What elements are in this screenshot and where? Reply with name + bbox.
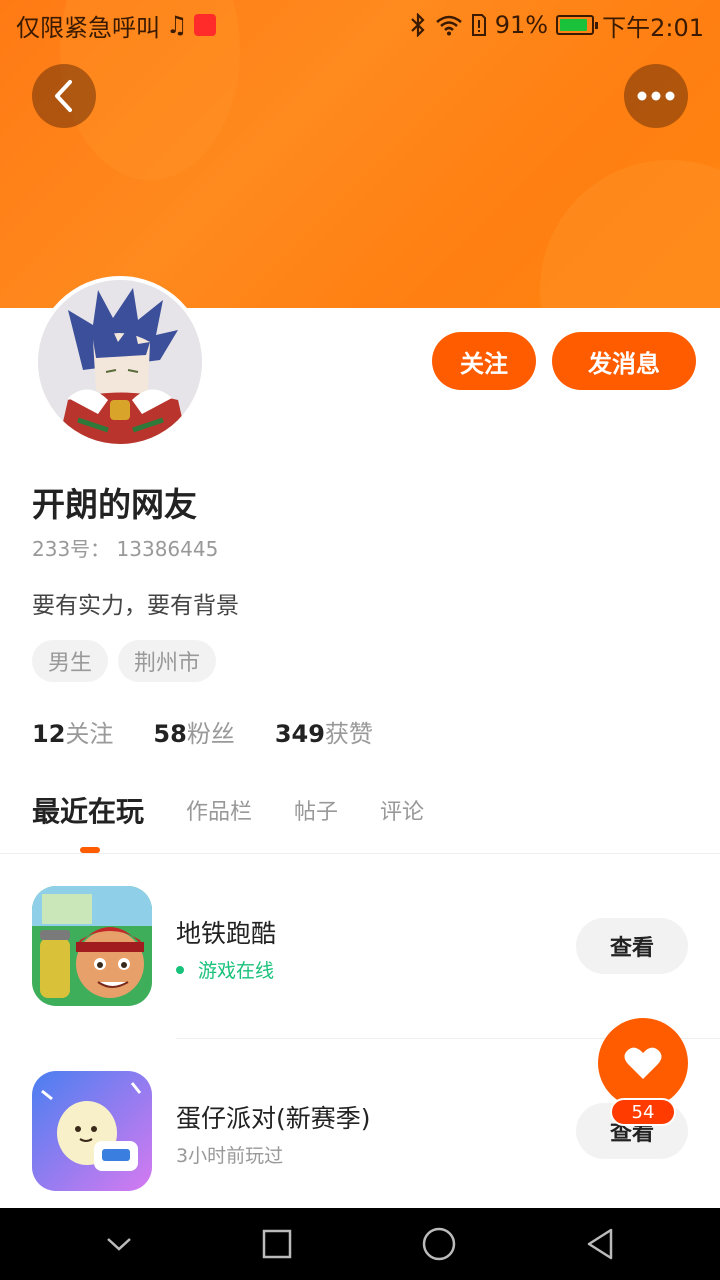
tab-works[interactable]: 作品栏 bbox=[186, 794, 252, 826]
send-message-button[interactable]: 发消息 bbox=[552, 332, 696, 390]
stat-fans-label: 粉丝 bbox=[186, 720, 235, 748]
more-dots-icon bbox=[637, 91, 675, 101]
stat-following-label: 关注 bbox=[65, 720, 114, 748]
stat-fans-count: 58 bbox=[153, 720, 187, 748]
profile-tags: 男生 荆州市 bbox=[32, 640, 217, 682]
profile-stats: 12关注 58粉丝 349获赞 bbox=[32, 714, 373, 749]
tag-gender: 男生 bbox=[32, 640, 109, 682]
subway-surfers-icon bbox=[32, 886, 152, 1006]
music-icon: ♫ bbox=[166, 11, 188, 39]
stat-likes-label: 获赞 bbox=[324, 720, 373, 748]
tab-posts[interactable]: 帖子 bbox=[294, 794, 338, 826]
back-button[interactable] bbox=[32, 64, 96, 128]
profile-bio: 要有实力，要有背景 bbox=[32, 593, 239, 619]
game-status: 游戏在线 bbox=[176, 956, 274, 983]
profile-name: 开朗的网友 bbox=[32, 485, 197, 524]
list-item[interactable]: 地铁跑酷 游戏在线 查看 bbox=[0, 870, 720, 1020]
app-badge-icon bbox=[193, 14, 216, 36]
tab-comments[interactable]: 评论 bbox=[380, 794, 424, 826]
status-bar: 仅限紧急呼叫 ♫ 91% 下午2:01 bbox=[0, 0, 720, 50]
tag-city: 荆州市 bbox=[118, 640, 217, 682]
profile-tabs: 最近在玩 作品栏 帖子 评论 bbox=[32, 790, 466, 830]
game-title: 蛋仔派对(新赛季) bbox=[176, 1104, 371, 1133]
profile-id: 233号： 13386445 bbox=[32, 537, 219, 561]
follow-button[interactable]: 关注 bbox=[432, 332, 536, 390]
recent-apps-icon[interactable] bbox=[261, 1228, 293, 1260]
avatar-image bbox=[38, 280, 202, 444]
clock: 下午2:01 bbox=[602, 13, 704, 42]
bluetooth-icon bbox=[410, 13, 425, 37]
avatar[interactable] bbox=[34, 276, 206, 448]
view-game-button[interactable]: 查看 bbox=[576, 918, 688, 974]
profile-screen: 仅限紧急呼叫 ♫ 91% 下午2:01 关注 发消息 开朗的网友 233号： 1… bbox=[0, 0, 720, 1280]
stat-following[interactable]: 12关注 bbox=[32, 714, 113, 749]
home-icon[interactable] bbox=[421, 1226, 457, 1262]
chevron-left-icon bbox=[55, 80, 72, 112]
back-triangle-icon[interactable] bbox=[584, 1227, 616, 1261]
game-title: 地铁跑酷 bbox=[176, 919, 277, 948]
tab-recently-playing[interactable]: 最近在玩 bbox=[32, 790, 144, 830]
profile-header-banner: 仅限紧急呼叫 ♫ 91% 下午2:01 bbox=[0, 0, 720, 308]
more-button[interactable] bbox=[624, 64, 688, 128]
tab-divider bbox=[0, 853, 720, 854]
battery-icon bbox=[556, 15, 599, 35]
banner-decoration bbox=[540, 160, 720, 308]
chevron-down-icon[interactable] bbox=[104, 1234, 134, 1254]
sim-alert-icon bbox=[471, 14, 486, 36]
wifi-icon bbox=[435, 15, 462, 36]
eggy-party-icon bbox=[32, 1071, 152, 1191]
battery-percent: 91% bbox=[494, 11, 549, 39]
stat-following-count: 12 bbox=[32, 720, 66, 748]
carrier-text: 仅限紧急呼叫 bbox=[16, 13, 160, 42]
like-count-badge: 54 bbox=[610, 1098, 676, 1126]
game-status-text: 游戏在线 bbox=[198, 960, 275, 982]
game-last-played: 3小时前玩过 bbox=[176, 1145, 284, 1167]
like-fab-button[interactable] bbox=[598, 1018, 688, 1108]
stat-likes-count: 349 bbox=[274, 720, 325, 748]
system-nav-bar bbox=[0, 1208, 720, 1280]
stat-fans[interactable]: 58粉丝 bbox=[153, 714, 234, 749]
heart-icon bbox=[624, 1047, 662, 1079]
stat-likes[interactable]: 349获赞 bbox=[275, 714, 373, 749]
online-dot-icon bbox=[176, 965, 184, 974]
